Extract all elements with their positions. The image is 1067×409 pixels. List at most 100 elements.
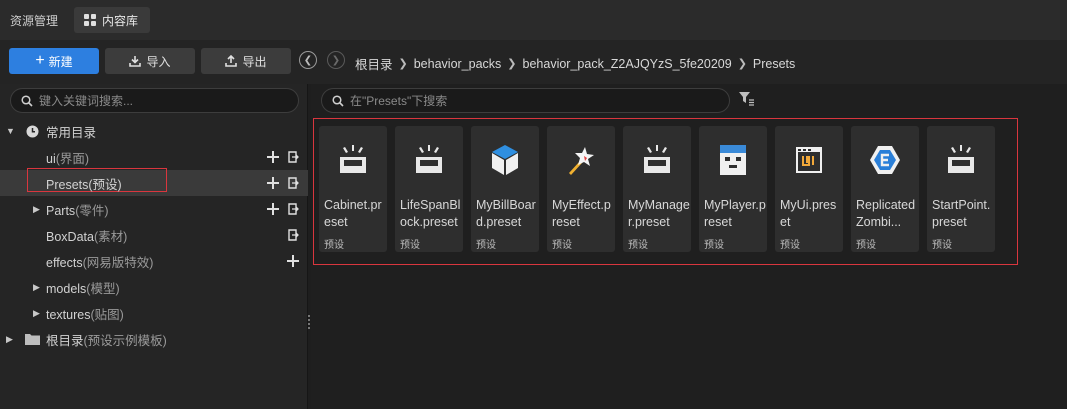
add-icon[interactable] bbox=[267, 177, 279, 189]
tree-item-label: textures(贴图) bbox=[46, 304, 124, 323]
tree-item-label: effects(网易版特效) bbox=[46, 252, 153, 271]
asset-card[interactable]: ReplicatedZombi... 预设 bbox=[851, 126, 919, 252]
caret-right-icon[interactable]: ▶ bbox=[6, 334, 13, 345]
breadcrumb-item[interactable]: behavior_pack_Z2AJQYzS_5fe20209 bbox=[523, 57, 732, 71]
card-thumb bbox=[775, 126, 843, 194]
import-file-icon[interactable] bbox=[287, 203, 299, 215]
preset-tray-icon bbox=[340, 145, 366, 173]
tree-item-label: Presets(预设) bbox=[46, 174, 122, 193]
import-file-icon[interactable] bbox=[287, 229, 299, 241]
sidebar-search[interactable] bbox=[10, 88, 299, 113]
import-button[interactable]: 导入 bbox=[105, 48, 195, 74]
item-sub: (模型) bbox=[86, 281, 120, 296]
item-name: BoxData bbox=[46, 229, 94, 244]
tree-item-label: 根目录(预设示例模板) bbox=[46, 330, 167, 349]
window-title: 资源管理 bbox=[10, 14, 59, 28]
export-button[interactable]: 导出 bbox=[201, 48, 291, 74]
import-label: 导入 bbox=[146, 54, 171, 69]
card-type: 预设 bbox=[856, 240, 876, 251]
caret-right-icon[interactable]: ▶ bbox=[33, 204, 40, 215]
export-label: 导出 bbox=[242, 54, 267, 69]
caret-right-icon[interactable]: ▶ bbox=[33, 308, 40, 319]
forward-button[interactable]: ❯ bbox=[327, 51, 345, 69]
tree-item-effects[interactable]: effects(网易版特效) bbox=[0, 248, 308, 274]
card-thumb bbox=[623, 126, 691, 194]
tree-item-label: Parts(零件) bbox=[46, 200, 109, 219]
tree-item-label: BoxData(素材) bbox=[46, 226, 127, 245]
add-icon[interactable] bbox=[267, 203, 279, 215]
breadcrumb-item[interactable]: behavior_packs bbox=[414, 57, 502, 71]
asset-card[interactable]: LifeSpanBlock.preset 预设 bbox=[395, 126, 463, 252]
caret-down-icon[interactable]: ▼ bbox=[6, 126, 15, 136]
card-thumb bbox=[851, 126, 919, 194]
item-actions bbox=[287, 229, 299, 241]
import-file-icon[interactable] bbox=[287, 177, 299, 189]
card-name: StartPoint.preset bbox=[932, 198, 991, 229]
import-file-icon[interactable] bbox=[287, 151, 299, 163]
card-type: 预设 bbox=[780, 240, 800, 251]
tree-item-presets[interactable]: Presets(预设) bbox=[0, 168, 308, 196]
content-search[interactable] bbox=[321, 88, 730, 113]
search-icon bbox=[21, 94, 33, 107]
item-name: Presets bbox=[46, 177, 89, 192]
folder-icon bbox=[25, 334, 40, 345]
card-type: 预设 bbox=[704, 240, 724, 251]
add-icon[interactable] bbox=[267, 151, 279, 163]
tree-item-ui[interactable]: ui(界面) bbox=[0, 144, 308, 170]
cube-icon bbox=[492, 145, 518, 175]
card-thumb bbox=[547, 126, 615, 194]
search-icon bbox=[332, 94, 344, 107]
tree-item-parts[interactable]: ▶ Parts(零件) bbox=[0, 196, 308, 222]
tree-item-textures[interactable]: ▶ textures(贴图) bbox=[0, 300, 308, 326]
item-sub: (预设示例模板) bbox=[83, 333, 167, 348]
preset-tray-icon bbox=[948, 145, 974, 173]
card-name: MyEffect.preset bbox=[552, 198, 611, 229]
asset-card[interactable]: StartPoint.preset 预设 bbox=[927, 126, 995, 252]
magic-wand-icon bbox=[569, 147, 594, 175]
caret-right-icon[interactable]: ▶ bbox=[33, 282, 40, 293]
card-name: MyManager.preset bbox=[628, 198, 690, 229]
sidebar-search-input[interactable] bbox=[39, 93, 279, 108]
card-thumb bbox=[395, 126, 463, 194]
tree-group-common[interactable]: ▼ 常用目录 bbox=[0, 118, 308, 144]
tree-item-root[interactable]: ▶ 根目录(预设示例模板) bbox=[0, 326, 308, 352]
sidebar: ▼ 常用目录 ui(界面) Presets(预设) ▶ Parts(零件) bbox=[0, 84, 308, 409]
card-type: 预设 bbox=[324, 240, 344, 251]
asset-card[interactable]: Cabinet.preset 预设 bbox=[319, 126, 387, 252]
card-type: 预设 bbox=[932, 240, 952, 251]
breadcrumb-item[interactable]: 根目录 bbox=[355, 54, 393, 73]
card-thumb bbox=[319, 126, 387, 194]
asset-card[interactable]: MyManager.preset 预设 bbox=[623, 126, 691, 252]
card-type: 预设 bbox=[400, 240, 420, 251]
tab-content-library[interactable]: 内容库 bbox=[74, 7, 150, 33]
breadcrumb-item[interactable]: Presets bbox=[753, 57, 795, 71]
e-hexagon-icon bbox=[870, 146, 900, 174]
chevron-right-icon: ❯ bbox=[507, 58, 517, 70]
new-button[interactable]: + 新建 bbox=[9, 48, 99, 74]
tree-item-boxdata[interactable]: BoxData(素材) bbox=[0, 222, 308, 248]
item-sub: (贴图) bbox=[90, 307, 124, 322]
toolbar: + 新建 导入 导出 ❮ ❯ 根目录 ❯ behavior_packs ❯ be… bbox=[0, 40, 1067, 84]
card-name: ReplicatedZombi... bbox=[856, 198, 916, 229]
tab-label: 内容库 bbox=[102, 13, 139, 28]
item-actions bbox=[267, 203, 299, 215]
card-name: MyPlayer.preset bbox=[704, 198, 766, 229]
asset-card[interactable]: MyPlayer.preset 预设 bbox=[699, 126, 767, 252]
back-button[interactable]: ❮ bbox=[299, 51, 317, 69]
filter-icon[interactable] bbox=[739, 92, 754, 106]
item-name: textures bbox=[46, 307, 91, 322]
asset-card[interactable]: MyUi.preset 预设 bbox=[775, 126, 843, 252]
preset-tray-icon bbox=[416, 145, 442, 173]
grid-icon bbox=[84, 14, 96, 26]
asset-card[interactable]: MyBillBoard.preset 预设 bbox=[471, 126, 539, 252]
item-name: Parts bbox=[46, 203, 76, 218]
asset-card[interactable]: MyEffect.preset 预设 bbox=[547, 126, 615, 252]
card-name: MyUi.preset bbox=[780, 198, 837, 229]
content-search-input[interactable] bbox=[350, 93, 710, 108]
add-icon[interactable] bbox=[287, 255, 299, 267]
tree-group-label: 常用目录 bbox=[46, 125, 97, 140]
item-sub: (网易版特效) bbox=[82, 255, 154, 270]
item-name: ui bbox=[46, 151, 56, 166]
tree-item-models[interactable]: ▶ models(模型) bbox=[0, 274, 308, 300]
chevron-right-icon: ❯ bbox=[398, 58, 408, 70]
